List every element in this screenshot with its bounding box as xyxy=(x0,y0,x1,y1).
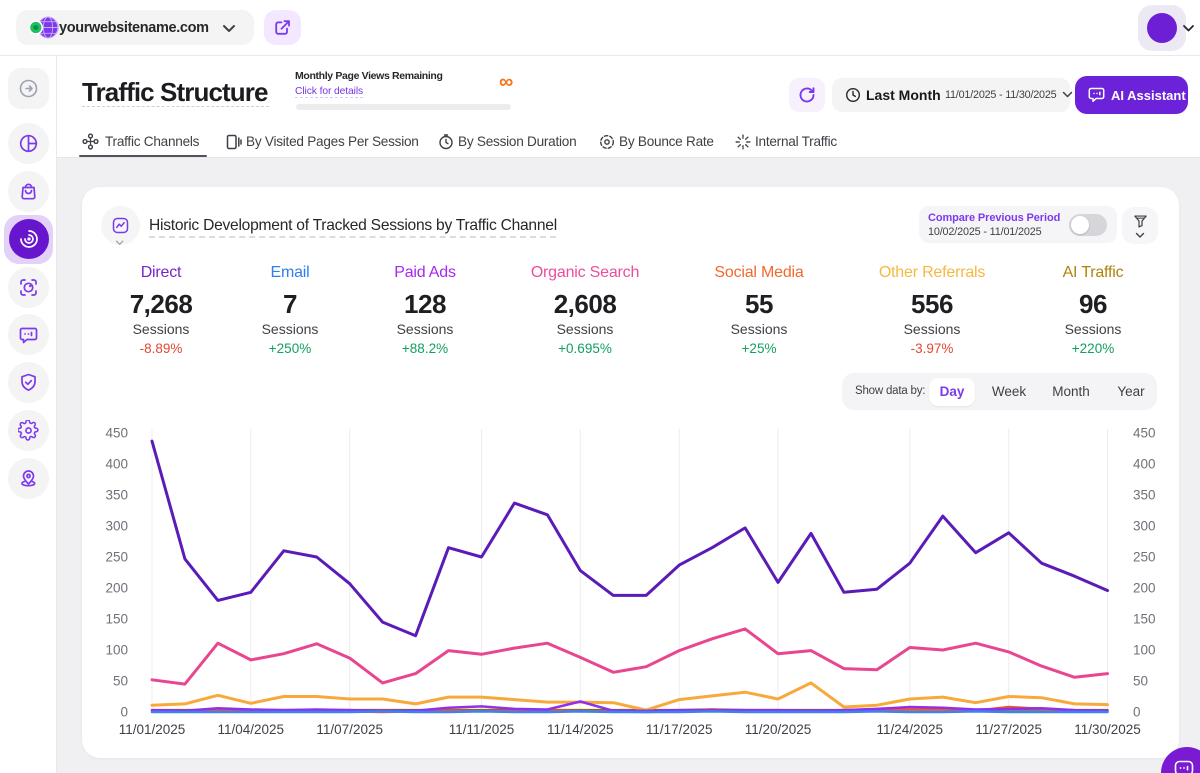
svg-text:350: 350 xyxy=(105,488,128,503)
svg-text:150: 150 xyxy=(105,612,128,627)
svg-text:400: 400 xyxy=(1133,457,1156,472)
svg-text:11/07/2025: 11/07/2025 xyxy=(316,722,383,737)
svg-text:250: 250 xyxy=(1133,550,1156,565)
svg-text:0: 0 xyxy=(1133,705,1141,720)
svg-text:450: 450 xyxy=(1133,426,1156,441)
svg-text:11/27/2025: 11/27/2025 xyxy=(975,722,1042,737)
svg-text:300: 300 xyxy=(105,519,128,534)
svg-text:450: 450 xyxy=(105,426,128,441)
svg-text:100: 100 xyxy=(105,643,128,658)
svg-text:11/24/2025: 11/24/2025 xyxy=(877,722,944,737)
svg-text:200: 200 xyxy=(1133,581,1156,596)
svg-text:300: 300 xyxy=(1133,519,1156,534)
svg-text:250: 250 xyxy=(105,550,128,565)
svg-text:11/11/2025: 11/11/2025 xyxy=(449,722,515,737)
svg-text:50: 50 xyxy=(113,674,128,689)
svg-text:100: 100 xyxy=(1133,643,1156,658)
svg-text:50: 50 xyxy=(1133,674,1148,689)
svg-text:11/14/2025: 11/14/2025 xyxy=(547,722,614,737)
svg-text:0: 0 xyxy=(120,705,128,720)
svg-text:11/04/2025: 11/04/2025 xyxy=(218,722,285,737)
svg-text:200: 200 xyxy=(105,581,128,596)
svg-text:350: 350 xyxy=(1133,488,1156,503)
svg-text:11/30/2025: 11/30/2025 xyxy=(1074,722,1141,737)
svg-text:11/01/2025: 11/01/2025 xyxy=(119,722,186,737)
svg-text:400: 400 xyxy=(105,457,128,472)
svg-text:11/20/2025: 11/20/2025 xyxy=(745,722,812,737)
svg-text:150: 150 xyxy=(1133,612,1156,627)
svg-text:11/17/2025: 11/17/2025 xyxy=(646,722,713,737)
